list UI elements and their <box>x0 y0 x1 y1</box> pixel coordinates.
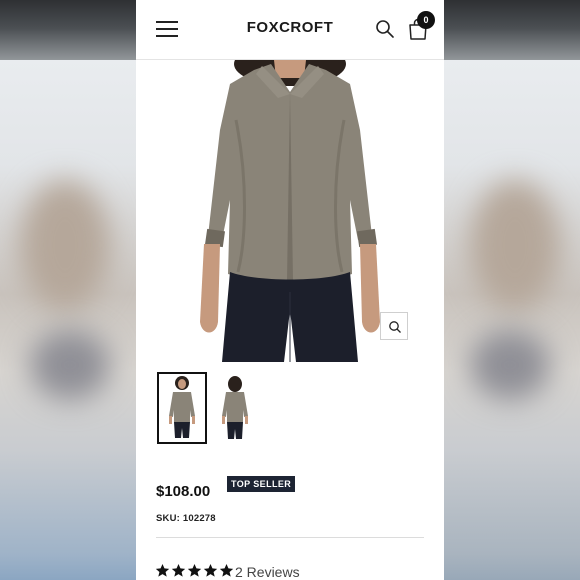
star-icon <box>219 563 234 577</box>
star-icon <box>171 563 186 577</box>
top-seller-badge: TOP SELLER <box>227 476 296 492</box>
product-price: $108.00 <box>156 483 211 500</box>
thumbnail-back-view[interactable] <box>211 373 259 443</box>
thumbnail-front-view[interactable] <box>157 372 207 444</box>
search-icon[interactable] <box>375 19 395 39</box>
star-rating[interactable] <box>155 563 234 579</box>
brand-logo[interactable]: FOXCROFT <box>136 19 444 36</box>
star-icon <box>187 563 202 577</box>
star-icon <box>203 563 218 577</box>
product-sku: SKU: 102278 <box>156 513 216 524</box>
reviews-link[interactable]: 2 Reviews <box>235 564 300 580</box>
cart-count-badge[interactable]: 0 <box>417 11 435 29</box>
zoom-button[interactable] <box>380 312 408 340</box>
star-icon <box>155 563 170 577</box>
sku-value: 102278 <box>182 513 216 524</box>
phone-screen: FOXCROFT 0 $108.00 TOP SELLER SKU: 10227… <box>136 0 444 580</box>
zoom-icon <box>389 321 401 333</box>
divider <box>156 537 424 538</box>
site-header: FOXCROFT 0 <box>136 0 444 60</box>
sku-label: SKU: <box>156 513 181 524</box>
